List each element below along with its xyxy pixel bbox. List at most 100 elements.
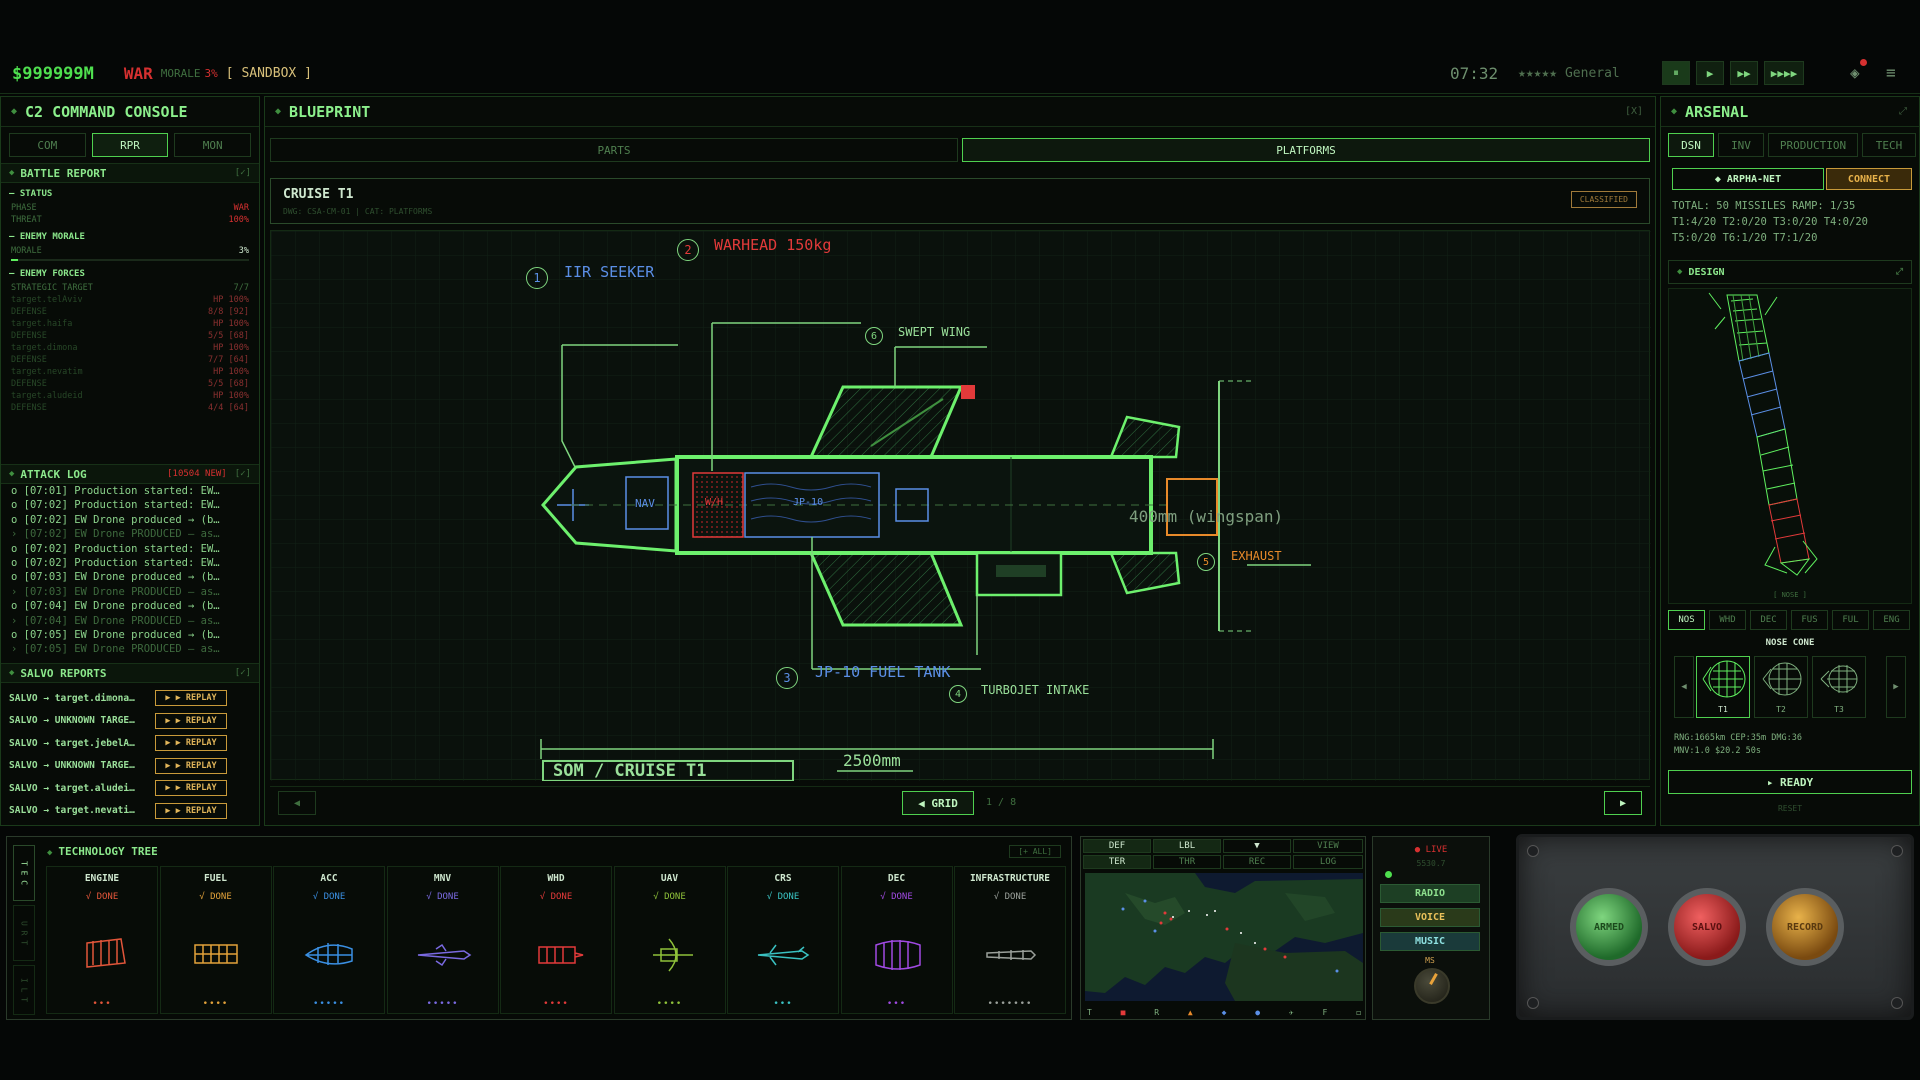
map-tab-rec[interactable]: REC bbox=[1223, 855, 1291, 869]
part-tab-ful[interactable]: FUL bbox=[1832, 610, 1869, 630]
tier-t1[interactable]: T1 bbox=[1696, 656, 1750, 718]
tactical-map[interactable] bbox=[1085, 873, 1363, 1001]
missile-wireframe bbox=[1708, 292, 1818, 576]
reset-button[interactable]: RESET bbox=[1668, 798, 1912, 818]
tech-column-crs[interactable]: CRS √ DONE ••• bbox=[727, 866, 839, 1014]
salvo-reports-header[interactable]: ◆ SALVO REPORTS [✓] bbox=[1, 663, 259, 683]
battle-report-header[interactable]: ◆ BATTLE REPORT [✓] bbox=[1, 163, 259, 183]
label-wh: W/H bbox=[705, 497, 724, 508]
tech-fuel-icon bbox=[193, 944, 238, 964]
replay-button[interactable]: ▶ ▶ REPLAY bbox=[155, 690, 227, 707]
map-tab-dropdown[interactable]: ▼ bbox=[1223, 839, 1291, 853]
map-legend: T ■ R ▲ ◆ ● ✈ F ◻ bbox=[1087, 1008, 1361, 1017]
alert-icon[interactable]: ◈ bbox=[1850, 59, 1867, 82]
pause-button[interactable]: ⏸ bbox=[1662, 61, 1690, 85]
tab-rpr[interactable]: RPR bbox=[91, 133, 169, 157]
player-rank: ★★★★★ General bbox=[1518, 66, 1620, 81]
live-value: 5530.7 bbox=[1416, 859, 1446, 868]
map-tab-view[interactable]: VIEW bbox=[1293, 839, 1363, 853]
part-tab-dec[interactable]: DEC bbox=[1750, 610, 1787, 630]
close-button[interactable]: [X] bbox=[1625, 106, 1643, 117]
next-button[interactable]: ▶ bbox=[1604, 791, 1642, 815]
salvo-row: SALVO → target.aludei… ▶ ▶ REPLAY bbox=[1, 777, 259, 800]
voice-button[interactable]: VOICE bbox=[1380, 908, 1480, 927]
map-tab-log[interactable]: LOG bbox=[1293, 855, 1363, 869]
blueprint-nav: ◀ ◀ GRID 1 / 8 ▶ bbox=[270, 786, 1650, 818]
salvo-row: SALVO → target.dimona… ▶ ▶ REPLAY bbox=[1, 687, 259, 710]
replay-button[interactable]: ▶ ▶ REPLAY bbox=[155, 802, 227, 819]
tier-prev-button[interactable]: ◀ bbox=[1674, 656, 1694, 718]
tab-mon[interactable]: MON bbox=[174, 133, 252, 157]
salvo-row: SALVO → UNKNOWN TARGE… ▶ ▶ REPLAY bbox=[1, 710, 259, 733]
fastest-button[interactable]: ▶▶▶▶ bbox=[1764, 61, 1804, 85]
map-tab-ter[interactable]: TER bbox=[1083, 855, 1151, 869]
menu-icon[interactable]: ≡ bbox=[1886, 63, 1896, 82]
tab-dsn[interactable]: DSN bbox=[1668, 133, 1714, 157]
tech-column-whd[interactable]: WHD √ DONE •••• bbox=[500, 866, 612, 1014]
radio-button[interactable]: RADIO bbox=[1380, 884, 1480, 903]
part-tab-nos[interactable]: NOS bbox=[1668, 610, 1705, 630]
blueprint-name: CRUISE T1 bbox=[283, 187, 354, 202]
tech-side-tab-1[interactable]: T E C bbox=[13, 845, 35, 901]
tab-com[interactable]: COM bbox=[9, 133, 86, 157]
part-tab-eng[interactable]: ENG bbox=[1873, 610, 1910, 630]
prev-button[interactable]: ◀ bbox=[278, 791, 316, 815]
log-line: o [07:02] Production started: EW… bbox=[11, 542, 220, 555]
arsenal-title: ◆ ARSENAL ⤢ bbox=[1661, 97, 1919, 127]
tech-column-infrastructure[interactable]: INFRASTRUCTURE √ DONE ••••••• bbox=[954, 866, 1066, 1014]
tab-production[interactable]: PRODUCTION bbox=[1768, 133, 1858, 157]
tech-column-mnv[interactable]: MNV √ DONE ••••• bbox=[386, 866, 499, 1014]
tab-parts[interactable]: PARTS bbox=[270, 138, 958, 162]
tech-column-engine[interactable]: ENGINE √ DONE ••• bbox=[46, 866, 158, 1014]
replay-button[interactable]: ▶ ▶ REPLAY bbox=[155, 780, 227, 797]
log-line: › [07:04] EW Drone PRODUCED — as… bbox=[11, 614, 220, 627]
war-status: WAR bbox=[123, 64, 153, 83]
arsenal-stats: TOTAL: 50 MISSILES RAMP: 1/35 T1:4/20 T2… bbox=[1672, 200, 1868, 244]
armed-button[interactable]: ARMED bbox=[1570, 888, 1648, 966]
tech-column-uav[interactable]: UAV √ DONE •••• bbox=[613, 866, 726, 1014]
tab-tech[interactable]: TECH bbox=[1862, 133, 1916, 157]
play-button[interactable]: ▶ bbox=[1696, 61, 1724, 85]
morale-label: MORALE bbox=[160, 67, 201, 80]
record-button[interactable]: RECORD bbox=[1766, 888, 1844, 966]
label-fuel-tank: JP-10 FUEL TANK bbox=[815, 663, 951, 681]
tech-side-tab-2[interactable]: U R T bbox=[13, 905, 35, 961]
tier-t2[interactable]: T2 bbox=[1754, 656, 1808, 718]
name-plate: SOM / CRUISE T1 bbox=[553, 761, 707, 781]
map-tab-thr[interactable]: THR bbox=[1153, 855, 1221, 869]
tier-t3[interactable]: T3 bbox=[1812, 656, 1866, 718]
screw-icon bbox=[1527, 997, 1539, 1009]
replay-button[interactable]: ▶ ▶ REPLAY bbox=[155, 712, 227, 729]
tab-platforms[interactable]: PLATFORMS bbox=[962, 138, 1650, 162]
tech-side-tab-3[interactable]: I L T bbox=[13, 965, 35, 1015]
tech-column-dec[interactable]: DEC √ DONE ••• bbox=[840, 866, 953, 1014]
game-mode: [ SANDBOX ] bbox=[225, 66, 312, 81]
morale-value: 3% bbox=[204, 67, 218, 80]
music-button[interactable]: MUSIC bbox=[1380, 932, 1480, 951]
fast-forward-button[interactable]: ▶▶ bbox=[1730, 61, 1758, 85]
salvo-row: SALVO → target.jebelA… ▶ ▶ REPLAY bbox=[1, 732, 259, 755]
tech-column-acc[interactable]: ACC √ DONE ••••• bbox=[273, 866, 385, 1014]
part-tab-fus[interactable]: FUS bbox=[1791, 610, 1828, 630]
replay-button[interactable]: ▶ ▶ REPLAY bbox=[155, 735, 227, 752]
arpha-net-button[interactable]: ◆ ARPHA-NET bbox=[1672, 168, 1824, 190]
volume-knob[interactable] bbox=[1414, 968, 1450, 1004]
view-label: [ NOSE ] bbox=[1773, 591, 1807, 599]
live-indicator: ● LIVE bbox=[1414, 845, 1448, 855]
grid-button[interactable]: ◀ GRID bbox=[902, 791, 974, 815]
map-tab-lbl[interactable]: LBL bbox=[1153, 839, 1221, 853]
replay-button[interactable]: ▶ ▶ REPLAY bbox=[155, 757, 227, 774]
tab-inv[interactable]: INV bbox=[1718, 133, 1764, 157]
expand-all-button[interactable]: [+ ALL] bbox=[1009, 845, 1061, 858]
part-tab-whd[interactable]: WHD bbox=[1709, 610, 1746, 630]
salvo-button[interactable]: SALVO bbox=[1668, 888, 1746, 966]
threat-row: THREAT 100% bbox=[11, 215, 249, 225]
attack-log-header[interactable]: ◆ ATTACK LOG [10504 NEW] [✓] bbox=[1, 464, 259, 484]
ready-button[interactable]: ▸ READY bbox=[1668, 770, 1912, 794]
tier-next-button[interactable]: ▶ bbox=[1886, 656, 1906, 718]
connect-button[interactable]: CONNECT bbox=[1826, 168, 1912, 190]
knob-label: MS bbox=[1425, 956, 1435, 965]
map-tab-def[interactable]: DEF bbox=[1083, 839, 1151, 853]
tech-column-fuel[interactable]: FUEL √ DONE •••• bbox=[159, 866, 272, 1014]
marker-4: 4 bbox=[949, 685, 967, 703]
